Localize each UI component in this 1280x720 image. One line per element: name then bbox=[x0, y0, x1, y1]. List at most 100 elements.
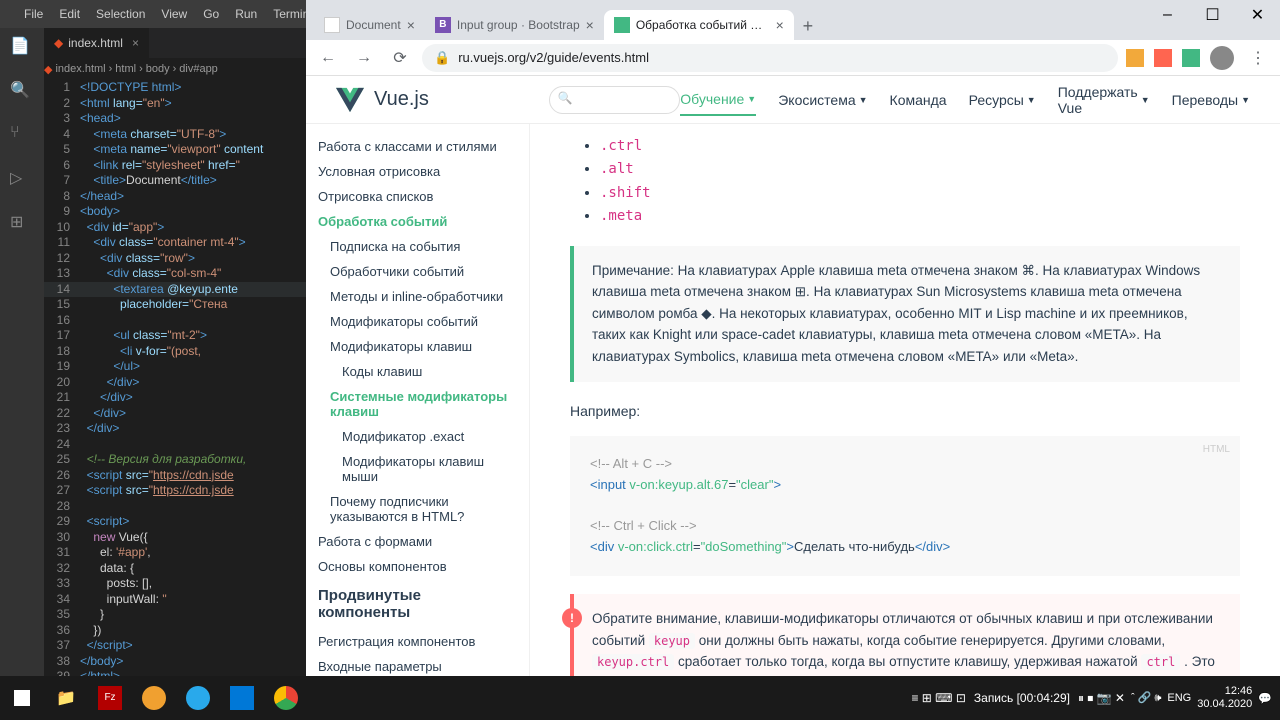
note-box: Примечание: На клавиатурах Apple клавиша… bbox=[570, 246, 1240, 382]
ext-icon[interactable] bbox=[1154, 49, 1172, 67]
maximize-button[interactable]: ☐ bbox=[1190, 0, 1235, 30]
sidebar-item[interactable]: Модификаторы клавиш мыши bbox=[306, 449, 529, 489]
vue-logo-icon bbox=[336, 86, 364, 114]
lock-icon: 🔒 bbox=[434, 50, 450, 66]
clock[interactable]: 12:46 30.04.2020 bbox=[1197, 685, 1252, 711]
vscode-window: File Edit Selection View Go Run Terminal… bbox=[0, 0, 306, 676]
menu-file[interactable]: File bbox=[16, 7, 51, 21]
modifier-list: .ctrl.alt.shift.meta bbox=[570, 134, 1240, 228]
address-bar[interactable]: 🔒 ru.vuejs.org/v2/guide/events.html bbox=[422, 44, 1118, 72]
docs-sidebar[interactable]: Работа с классами и стилямиУсловная отри… bbox=[306, 76, 530, 676]
nav-item[interactable]: Переводы ▼ bbox=[1172, 84, 1250, 116]
tab-label: index.html bbox=[68, 36, 123, 50]
new-tab-button[interactable]: + bbox=[794, 12, 822, 40]
app-icon[interactable] bbox=[132, 676, 176, 720]
file-explorer-icon[interactable]: 📁 bbox=[44, 676, 88, 720]
sidebar-item[interactable]: Модификатор .exact bbox=[306, 424, 529, 449]
sidebar-item[interactable]: Условная отрисовка bbox=[306, 159, 529, 184]
example-label: Например: bbox=[570, 400, 1240, 422]
extensions-icon[interactable]: ⊞ bbox=[10, 212, 34, 236]
browser-tab[interactable]: BInput group · Bootstrap× bbox=[425, 10, 604, 40]
warning-box: ! Обратите внимание, клавиши-модификатор… bbox=[570, 594, 1240, 676]
start-button[interactable] bbox=[0, 676, 44, 720]
sidebar-item[interactable]: Обработчики событий bbox=[306, 259, 529, 284]
nav-item[interactable]: Обучение ▼ bbox=[680, 84, 756, 116]
back-button[interactable]: ← bbox=[314, 44, 342, 72]
sidebar-item[interactable]: Почему подписчики указываются в HTML? bbox=[306, 489, 529, 529]
tray-icons[interactable]: ˆ 🔗 🕪 bbox=[1131, 691, 1161, 705]
notifications-icon[interactable]: 💬 bbox=[1258, 692, 1272, 705]
forward-button[interactable]: → bbox=[350, 44, 378, 72]
nav-item[interactable]: Экосистема ▼ bbox=[778, 84, 867, 116]
sidebar-item[interactable]: Модификаторы клавиш bbox=[306, 334, 529, 359]
browser-tab[interactable]: Document× bbox=[314, 10, 425, 40]
vue-logo[interactable]: Vue.js bbox=[336, 86, 429, 114]
recording-status[interactable]: ≡ ⊞ ⌨ ⊡ Запись [00:04:29] ⏸ ⏹ 📷 ✕ bbox=[911, 691, 1125, 706]
close-icon[interactable]: × bbox=[132, 36, 139, 50]
source-control-icon[interactable]: ⑂ bbox=[10, 124, 34, 148]
window-controls: – ☐ ✕ bbox=[1145, 0, 1280, 30]
vue-header: Vue.js Обучение ▼ Экосистема ▼ Команда Ресу… bbox=[306, 76, 1280, 124]
browser-toolbar: ← → ⟳ 🔒 ru.vuejs.org/v2/guide/events.htm… bbox=[306, 40, 1280, 76]
extensions: ⋮ bbox=[1126, 44, 1272, 72]
main-nav: Обучение ▼ Экосистема ▼ Команда Ресурсы ▼ По… bbox=[680, 84, 1250, 116]
code-editor[interactable]: 1<!DOCTYPE html>2<html lang="en">3<head>… bbox=[44, 80, 306, 676]
sidebar-item[interactable]: Продвинутые компоненты bbox=[306, 579, 529, 629]
editor-tabs: ◆ index.html × bbox=[44, 28, 306, 58]
sidebar-item[interactable]: Подписка на события bbox=[306, 234, 529, 259]
sidebar-item[interactable]: Регистрация компонентов bbox=[306, 629, 529, 654]
chrome-window: – ☐ ✕ Document×BInput group · Bootstrap×… bbox=[306, 0, 1280, 676]
sidebar-item[interactable]: Работа с формами bbox=[306, 529, 529, 554]
explorer-icon[interactable]: 📄 bbox=[10, 36, 34, 60]
windows-taskbar: 📁 Fz ≡ ⊞ ⌨ ⊡ Запись [00:04:29] ⏸ ⏹ 📷 ✕ ˆ… bbox=[0, 676, 1280, 720]
page-content: Vue.js Обучение ▼ Экосистема ▼ Команда Ресу… bbox=[306, 76, 1280, 676]
docs-content[interactable]: .ctrl.alt.shift.meta Примечание: На клав… bbox=[530, 76, 1280, 676]
close-button[interactable]: ✕ bbox=[1235, 0, 1280, 30]
chrome-taskbar-icon[interactable] bbox=[264, 676, 308, 720]
menu-icon[interactable]: ⋮ bbox=[1244, 44, 1272, 72]
sidebar-item[interactable]: Модификаторы событий bbox=[306, 309, 529, 334]
sidebar-item[interactable]: Методы и inline-обработчики bbox=[306, 284, 529, 309]
search-input[interactable] bbox=[549, 86, 680, 114]
menu-go[interactable]: Go bbox=[195, 7, 227, 21]
sidebar-item[interactable]: Основы компонентов bbox=[306, 554, 529, 579]
close-icon[interactable]: × bbox=[407, 17, 415, 33]
menu-selection[interactable]: Selection bbox=[88, 7, 153, 21]
menu-edit[interactable]: Edit bbox=[51, 7, 88, 21]
sidebar-item[interactable]: Системные модификаторы клавиш bbox=[306, 384, 529, 424]
ext-icon[interactable] bbox=[1126, 49, 1144, 67]
sidebar-item[interactable]: Входные параметры bbox=[306, 654, 529, 676]
sidebar-item[interactable]: Коды клавиш bbox=[306, 359, 529, 384]
breadcrumb[interactable]: ◆ index.html › html › body › div#app bbox=[0, 58, 306, 80]
html-file-icon: ◆ bbox=[54, 36, 63, 50]
menu-run[interactable]: Run bbox=[227, 7, 265, 21]
sidebar-item[interactable]: Отрисовка списков bbox=[306, 184, 529, 209]
html-file-icon: ◆ bbox=[44, 63, 52, 76]
minimize-button[interactable]: – bbox=[1145, 0, 1190, 30]
brand-text: Vue.js bbox=[374, 88, 429, 111]
reload-button[interactable]: ⟳ bbox=[386, 44, 414, 72]
url-text: ru.vuejs.org/v2/guide/events.html bbox=[458, 50, 649, 65]
tab-index-html[interactable]: ◆ index.html × bbox=[44, 28, 149, 58]
browser-tab[interactable]: Обработка событий — Vue.js× bbox=[604, 10, 794, 40]
nav-item[interactable]: Команда bbox=[890, 84, 947, 116]
debug-icon[interactable]: ▷ bbox=[10, 168, 34, 192]
menu-view[interactable]: View bbox=[153, 7, 195, 21]
warning-icon: ! bbox=[562, 608, 582, 628]
search-icon[interactable]: 🔍 bbox=[10, 80, 34, 104]
telegram-icon[interactable] bbox=[176, 676, 220, 720]
profile-avatar[interactable] bbox=[1210, 46, 1234, 70]
close-icon[interactable]: × bbox=[586, 17, 594, 33]
language-indicator[interactable]: ENG bbox=[1167, 692, 1191, 704]
close-icon[interactable]: × bbox=[776, 17, 784, 33]
filezilla-icon[interactable]: Fz bbox=[88, 676, 132, 720]
sidebar-item[interactable]: Работа с классами и стилями bbox=[306, 134, 529, 159]
sidebar-item[interactable]: Обработка событий bbox=[306, 209, 529, 234]
nav-item[interactable]: Ресурсы ▼ bbox=[969, 84, 1036, 116]
vue-ext-icon[interactable] bbox=[1182, 49, 1200, 67]
vscode-taskbar-icon[interactable] bbox=[220, 676, 264, 720]
code-block: HTML <!-- Alt + C --> <input v-on:keyup.… bbox=[570, 436, 1240, 576]
vscode-menubar: File Edit Selection View Go Run Terminal bbox=[0, 0, 306, 28]
nav-item[interactable]: Поддержать Vue ▼ bbox=[1058, 84, 1150, 116]
activity-bar: 📄 🔍 ⑂ ▷ ⊞ bbox=[0, 28, 44, 676]
